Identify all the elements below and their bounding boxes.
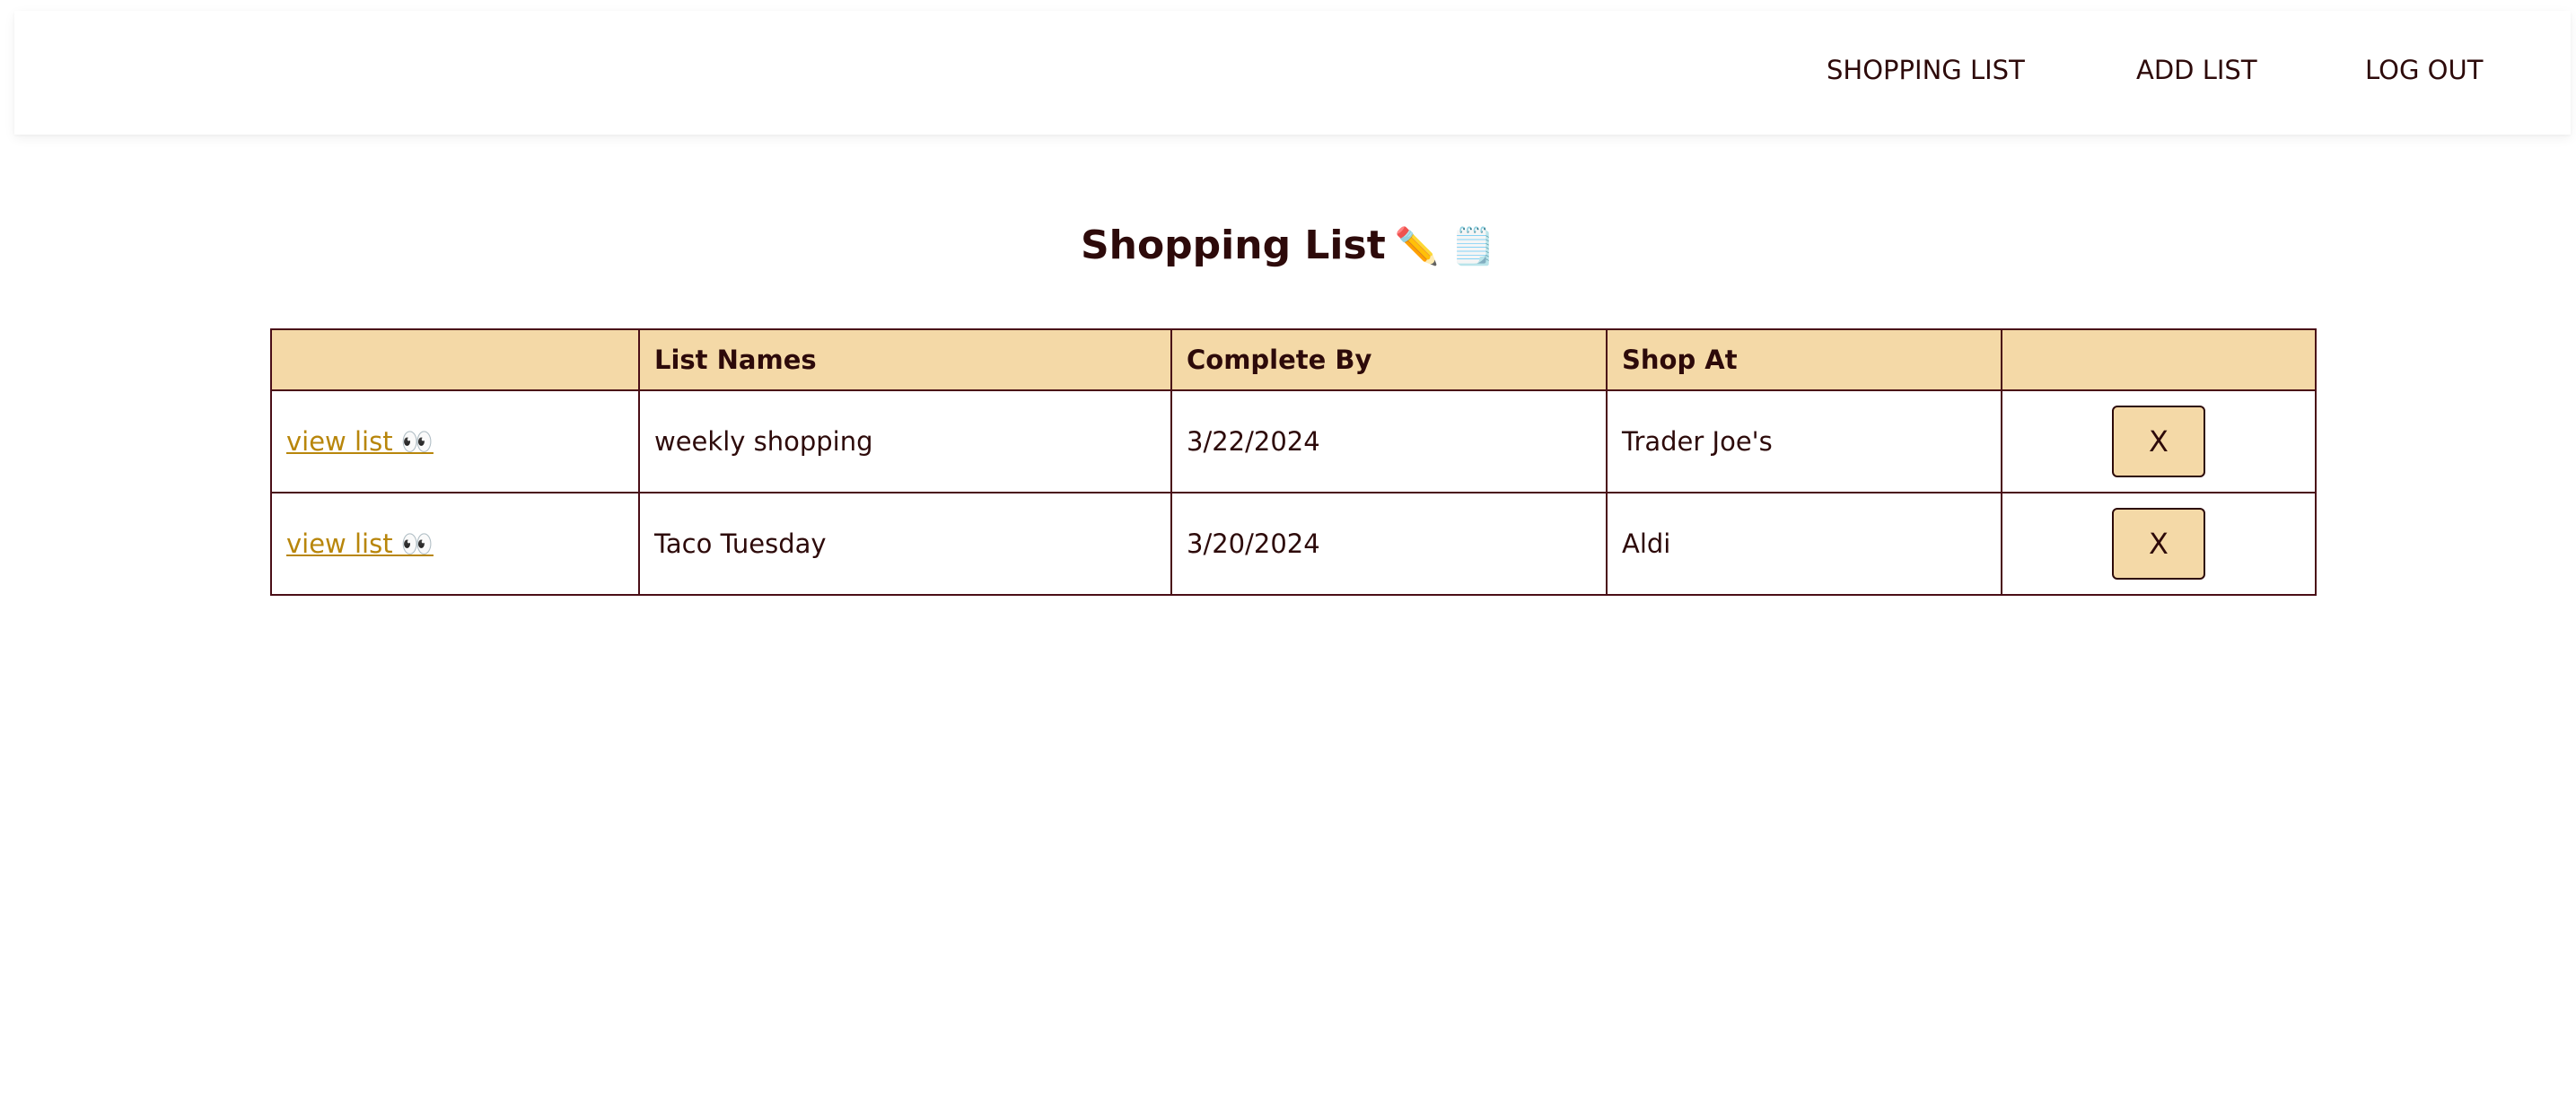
list-name-cell: Taco Tuesday xyxy=(638,492,1172,596)
delete-list-button[interactable]: X xyxy=(2112,406,2205,477)
view-list-cell: view list 👀 xyxy=(270,389,640,493)
complete-by-cell: 3/20/2024 xyxy=(1170,492,1608,596)
shop-at-cell: Trader Joe's xyxy=(1606,389,2002,493)
view-list-link[interactable]: view list 👀 xyxy=(286,426,434,457)
delete-list-button[interactable]: X xyxy=(2112,508,2205,580)
action-cell: X xyxy=(2001,389,2317,493)
header-view-column xyxy=(270,328,640,391)
table-row: view list 👀 Taco Tuesday 3/20/2024 Aldi … xyxy=(270,492,2317,596)
nav-add-list-link[interactable]: ADD LIST xyxy=(2136,57,2257,83)
page-title-text: Shopping List xyxy=(1080,223,1386,268)
header-actions-column xyxy=(2001,328,2317,391)
header-shop-at: Shop At xyxy=(1606,328,2002,391)
shop-at-cell: Aldi xyxy=(1606,492,2002,596)
header-list-names: List Names xyxy=(638,328,1172,391)
action-cell: X xyxy=(2001,492,2317,596)
table-header-row: List Names Complete By Shop At xyxy=(270,328,2317,391)
page-title: Shopping List ✏️ 🗒️ xyxy=(0,223,2576,270)
complete-by-cell: 3/22/2024 xyxy=(1170,389,1608,493)
nav-shopping-list-link[interactable]: SHOPPING LIST xyxy=(1827,57,2025,83)
pencil-notepad-icon: ✏️ 🗒️ xyxy=(1394,226,1496,267)
top-navbar: SHOPPING LIST ADD LIST LOG OUT xyxy=(14,11,2571,135)
nav-log-out-link[interactable]: LOG OUT xyxy=(2365,57,2483,83)
header-complete-by: Complete By xyxy=(1170,328,1608,391)
view-list-cell: view list 👀 xyxy=(270,492,640,596)
table-row: view list 👀 weekly shopping 3/22/2024 Tr… xyxy=(270,389,2317,493)
view-list-link[interactable]: view list 👀 xyxy=(286,528,434,559)
shopping-lists-table: List Names Complete By Shop At view list… xyxy=(270,328,2317,596)
list-name-cell: weekly shopping xyxy=(638,389,1172,493)
